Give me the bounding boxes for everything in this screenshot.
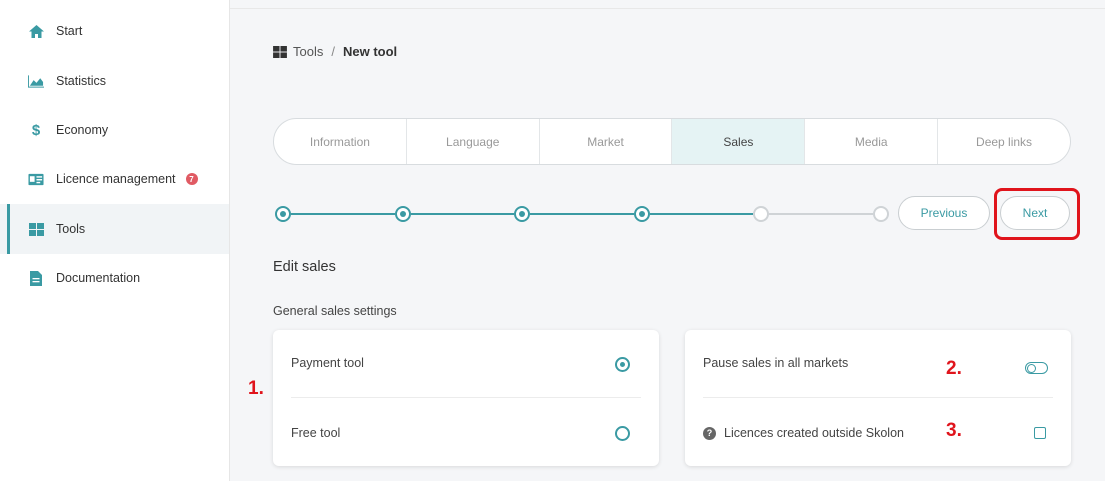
- document-icon: [28, 270, 44, 286]
- annotation-label-2: 2.: [946, 358, 962, 379]
- home-icon: [28, 24, 44, 38]
- free-tool-label: Free tool: [291, 426, 341, 440]
- stepper-step-3[interactable]: [514, 206, 530, 222]
- card-divider: [291, 397, 641, 398]
- breadcrumb-parent-link[interactable]: Tools: [293, 44, 323, 59]
- payment-tool-radio[interactable]: [615, 357, 630, 372]
- progress-stepper: [273, 202, 889, 226]
- licences-outside-checkbox[interactable]: [1034, 427, 1046, 439]
- sidebar-item-label: Statistics: [56, 74, 107, 88]
- card-divider: [703, 397, 1053, 398]
- dollar-icon: $: [31, 121, 41, 139]
- section-subtitle: General sales settings: [273, 304, 397, 318]
- sidebar-item-label: Economy: [56, 123, 109, 137]
- previous-button[interactable]: Previous: [898, 196, 990, 230]
- pause-sales-toggle[interactable]: [1025, 362, 1048, 374]
- tab-deep-links[interactable]: Deep links: [938, 119, 1070, 164]
- tab-market[interactable]: Market: [540, 119, 673, 164]
- annotation-label-1: 1.: [248, 378, 264, 399]
- tab-bar: Information Language Market Sales Media …: [273, 118, 1071, 165]
- stepper-step-1[interactable]: [275, 206, 291, 222]
- annotation-highlight-box: [994, 188, 1080, 240]
- sidebar-item-licence-management[interactable]: Licence management 7: [0, 154, 229, 204]
- stepper-connector: [769, 213, 873, 215]
- stepper-step-5[interactable]: [753, 206, 769, 222]
- id-card-icon: [28, 172, 44, 186]
- grid-icon: [273, 45, 287, 59]
- sidebar-item-economy[interactable]: $ Economy: [0, 105, 229, 155]
- stepper-step-4[interactable]: [633, 206, 650, 222]
- breadcrumb-current: New tool: [342, 44, 398, 59]
- sidebar-item-tools[interactable]: Tools: [0, 204, 229, 254]
- tab-information[interactable]: Information: [274, 119, 407, 164]
- grid-icon: [28, 222, 44, 236]
- free-tool-radio[interactable]: [615, 426, 630, 441]
- tab-media[interactable]: Media: [805, 119, 939, 164]
- stepper-step-6[interactable]: [872, 206, 889, 222]
- annotation-label-3: 3.: [946, 420, 962, 441]
- breadcrumb: Tools / New tool: [273, 44, 397, 59]
- sales-options-card: Pause sales in all markets ? Licences cr…: [685, 330, 1071, 466]
- stepper-connector: [291, 213, 395, 215]
- tab-language[interactable]: Language: [407, 119, 540, 164]
- stepper-connector: [649, 213, 753, 215]
- pricing-card: Payment tool Free tool: [273, 330, 659, 466]
- stepper-step-2[interactable]: [394, 206, 411, 222]
- sidebar-item-label: Licence management: [56, 172, 176, 186]
- sidebar: Start Statistics $ Economy Licence manag…: [0, 0, 230, 481]
- sidebar-item-label: Documentation: [56, 271, 141, 285]
- breadcrumb-separator: /: [331, 44, 335, 59]
- tab-sales[interactable]: Sales: [672, 119, 806, 164]
- header-divider: [230, 8, 1105, 9]
- sidebar-item-documentation[interactable]: Documentation: [0, 253, 229, 303]
- sidebar-item-label: Tools: [56, 222, 86, 236]
- licences-outside-label: Licences created outside Skolon: [724, 426, 904, 440]
- licences-outside-row: ? Licences created outside Skolon: [703, 426, 904, 440]
- help-icon[interactable]: ?: [703, 426, 716, 440]
- notification-badge: 7: [185, 173, 198, 185]
- pause-sales-label: Pause sales in all markets: [703, 356, 849, 370]
- payment-tool-label: Payment tool: [291, 356, 364, 370]
- section-title: Edit sales: [273, 259, 336, 275]
- area-chart-icon: [28, 74, 44, 88]
- sidebar-item-start[interactable]: Start: [0, 6, 229, 56]
- sidebar-item-statistics[interactable]: Statistics: [0, 56, 229, 106]
- stepper-connector: [410, 213, 514, 215]
- sidebar-item-label: Start: [56, 24, 83, 38]
- stepper-connector: [530, 213, 634, 215]
